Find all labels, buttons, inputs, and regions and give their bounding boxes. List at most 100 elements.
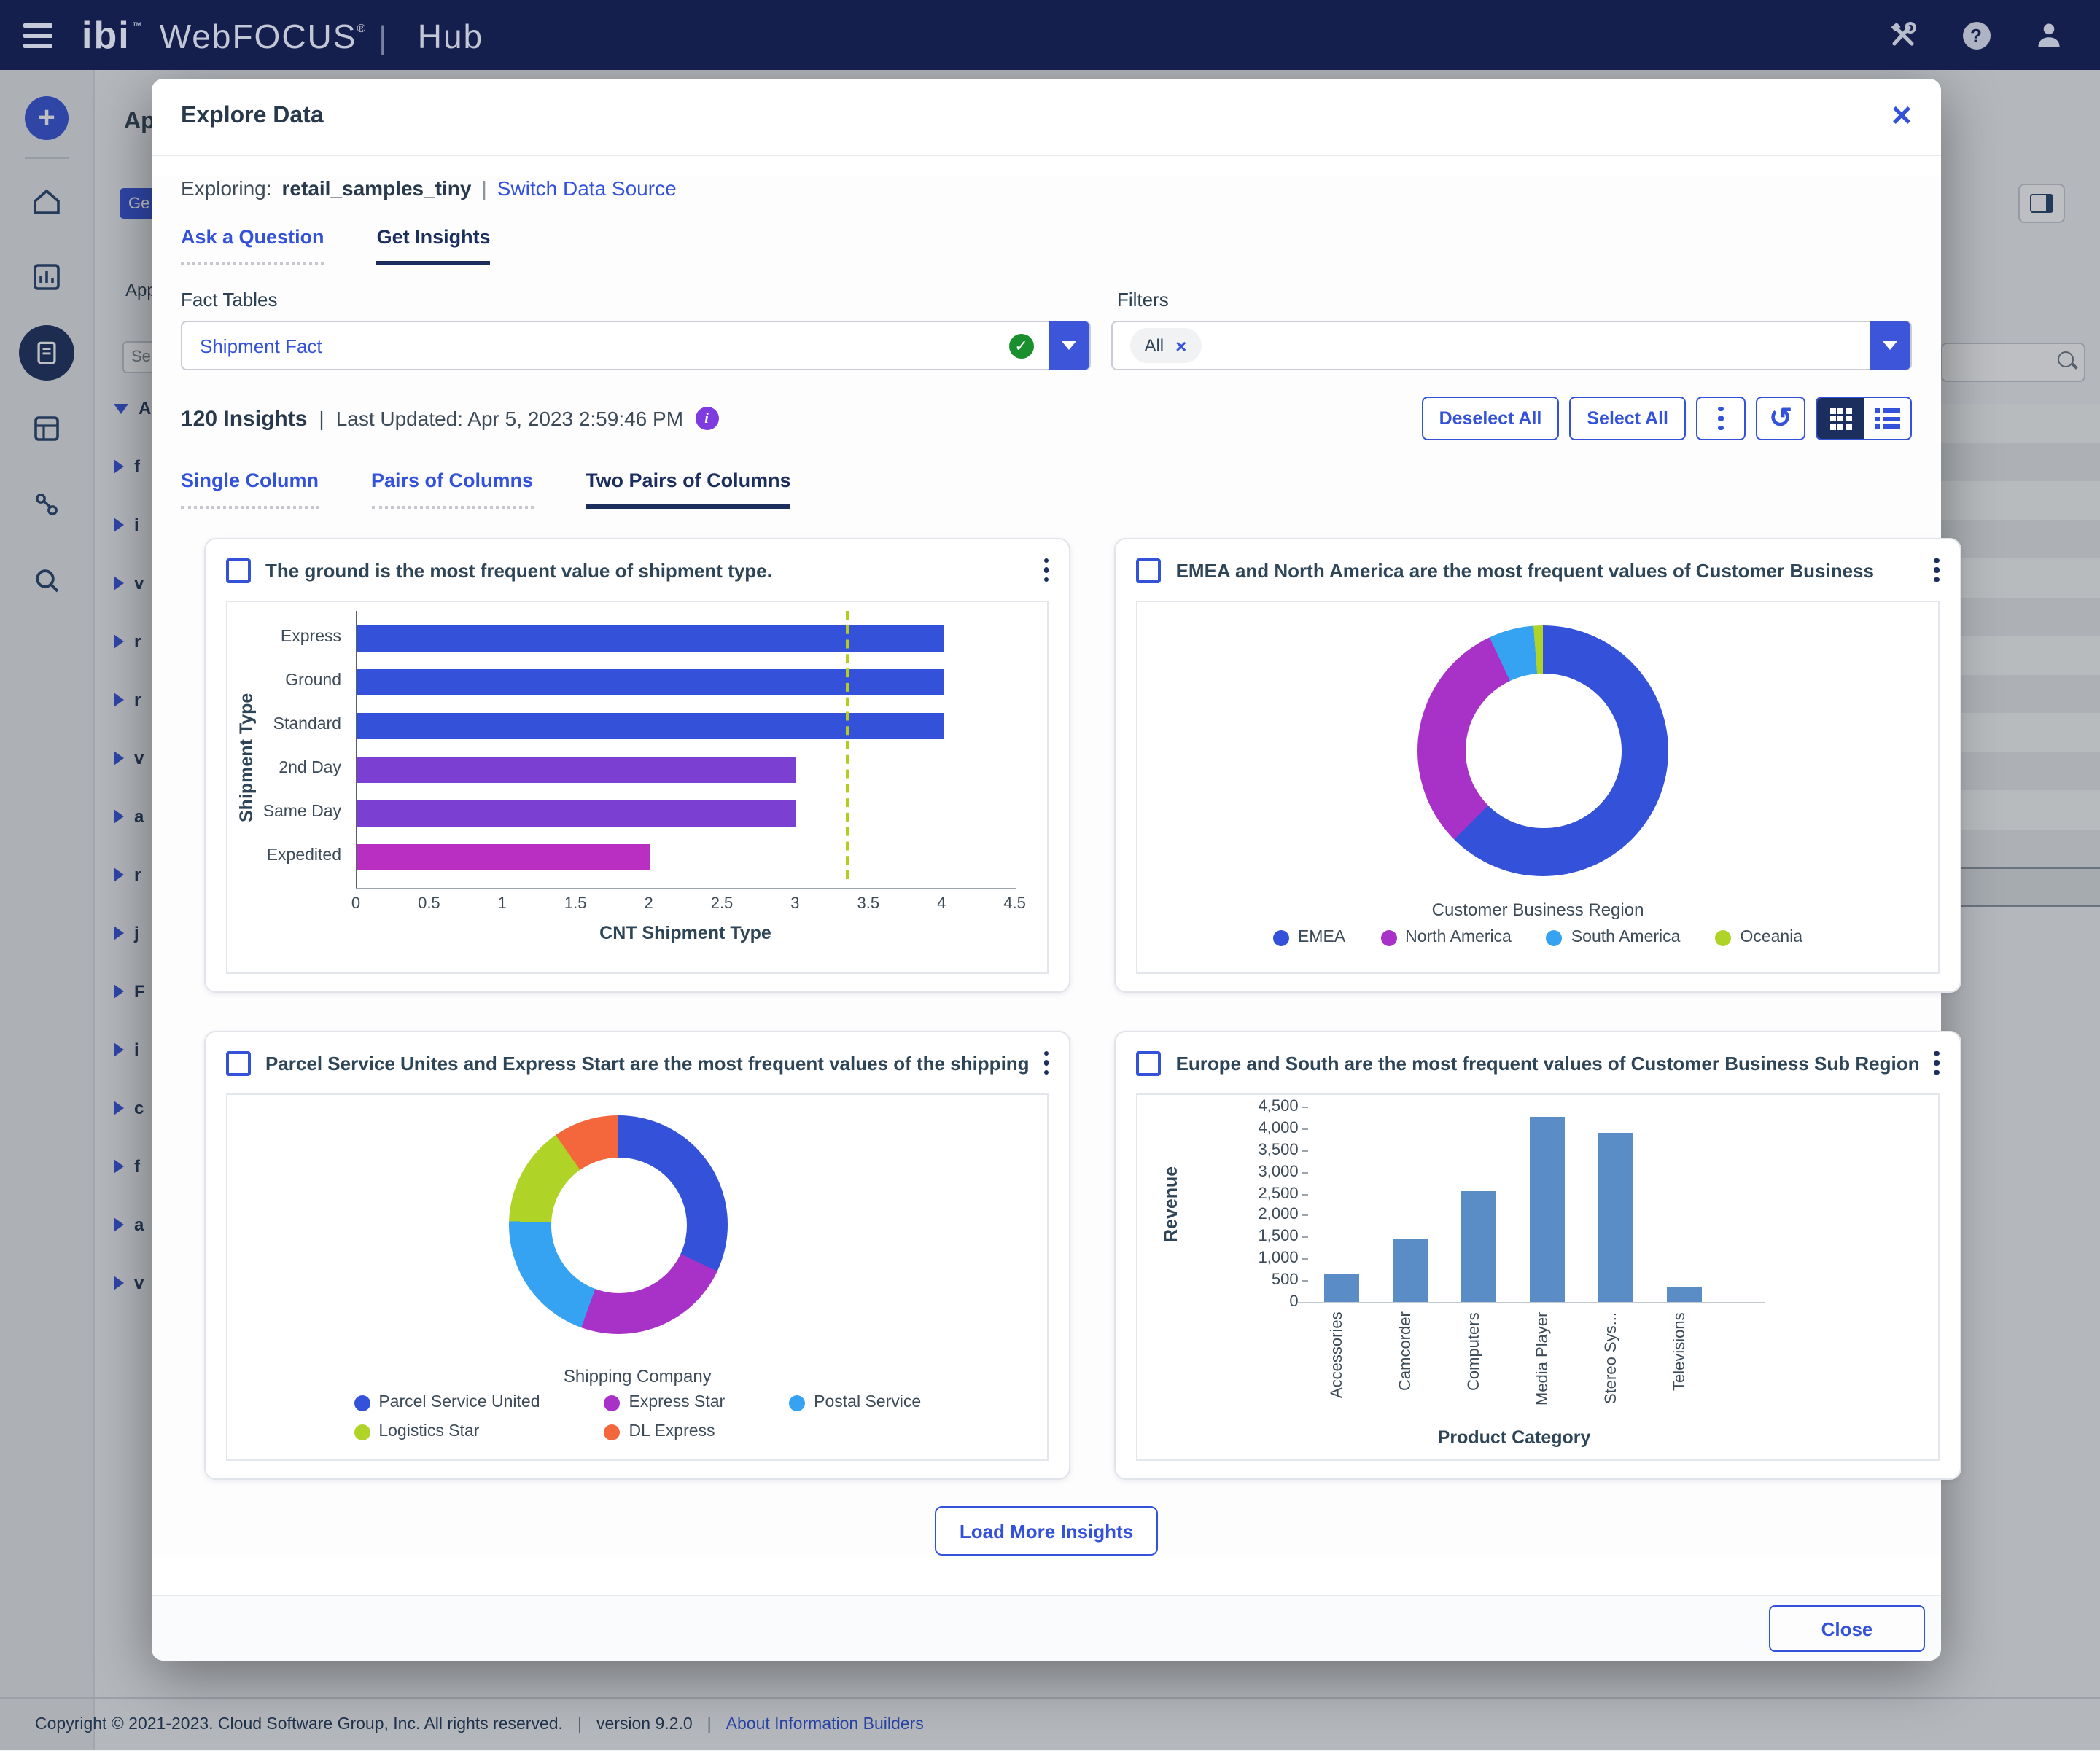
reference-line [847, 611, 849, 879]
legend-label: Parcel Service United [378, 1394, 540, 1411]
bar [1599, 1134, 1634, 1302]
fact-tables-select[interactable]: Shipment Fact ✓ [181, 321, 1090, 370]
modal-title: Explore Data [181, 104, 324, 130]
insight-title: Europe and South are the most frequent v… [1176, 1052, 1920, 1074]
tab-pairs-of-columns[interactable]: Pairs of Columns [371, 469, 533, 509]
dropdown-caret-button[interactable] [1048, 321, 1089, 370]
chevron-down-icon [1883, 341, 1897, 350]
legend-item: South America [1547, 929, 1681, 946]
exploring-label: Exploring: [181, 176, 272, 200]
exploring-row: Exploring: retail_samples_tiny | Switch … [181, 176, 1912, 200]
y-tick-mark [1303, 1107, 1309, 1108]
hamburger-menu-icon[interactable] [23, 23, 52, 47]
tab-single-column[interactable]: Single Column [181, 469, 319, 509]
legend-label: Logistics Star [378, 1423, 479, 1440]
dataset-name: retail_samples_tiny [282, 176, 472, 200]
y-tick-mark [1303, 1280, 1309, 1282]
y-tick-mark [1303, 1171, 1309, 1173]
app-logo: ibi ™ WebFOCUS ® | Hub [82, 12, 483, 58]
fact-tables-value: Shipment Fact [200, 335, 322, 356]
bar-category-label: Computers [1466, 1312, 1484, 1435]
legend-dot [354, 1395, 370, 1411]
legend-label: Express Star [629, 1394, 726, 1411]
tools-icon[interactable] [1887, 19, 1919, 51]
filter-remove-icon[interactable]: × [1175, 335, 1186, 356]
logo-divider: | [378, 18, 386, 56]
x-tick-label: 3 [790, 895, 799, 913]
grid-view-button[interactable] [1817, 398, 1864, 439]
chart-legend: Parcel Service UnitedExpress StarPostal … [228, 1394, 1048, 1440]
chevron-down-icon [1061, 341, 1076, 350]
dropdown-caret-button[interactable] [1870, 321, 1910, 370]
bar-category-label: Televisions [1672, 1312, 1689, 1435]
x-tick-label: 0 [351, 895, 360, 913]
bar-category-label: Accessories [1329, 1312, 1347, 1435]
x-tick-label: 2 [644, 895, 653, 913]
legend-dot [789, 1395, 805, 1411]
legend-item: Oceania [1715, 929, 1802, 946]
insight-type-tabs: Single Column Pairs of Columns Two Pairs… [181, 469, 1912, 509]
filters-label: Filters [1117, 289, 1169, 311]
select-all-button[interactable]: Select All [1569, 397, 1686, 440]
y-tick-mark [1303, 1258, 1309, 1260]
more-options-button[interactable] [1696, 397, 1746, 440]
bar-category-label: Camcorder [1398, 1312, 1415, 1435]
legend-dot [1715, 929, 1731, 945]
close-button[interactable]: Close [1769, 1605, 1925, 1652]
kebab-icon[interactable] [1934, 1051, 1940, 1075]
kebab-icon[interactable] [1044, 1051, 1049, 1075]
y-tick-mark [1303, 1128, 1309, 1130]
kebab-icon[interactable] [1934, 558, 1940, 582]
x-axis-line [1299, 1302, 1765, 1303]
insight-checkbox[interactable] [226, 558, 251, 582]
bar [357, 844, 650, 870]
switch-data-source-link[interactable]: Switch Data Source [497, 176, 677, 200]
insight-checkbox[interactable] [226, 1050, 251, 1075]
bar [1531, 1118, 1566, 1302]
insights-count: 120 Insights [181, 406, 307, 431]
y-tick-mark [1303, 1215, 1309, 1217]
close-icon[interactable]: × [1891, 102, 1912, 131]
insights-toolbar: Deselect All Select All ↺ [1422, 397, 1912, 440]
legend-item: Express Star [604, 1394, 726, 1411]
list-view-button[interactable] [1864, 398, 1910, 439]
legend-dot [1380, 929, 1396, 945]
user-icon[interactable] [2033, 19, 2065, 51]
history-button[interactable]: ↺ [1756, 397, 1805, 440]
donut-label: Customer Business Region [1138, 900, 1938, 920]
tab-ask-a-question[interactable]: Ask a Question [181, 226, 324, 265]
kebab-icon[interactable] [1044, 558, 1049, 582]
insights-summary: 120 Insights | Last Updated: Apr 5, 2023… [181, 406, 718, 431]
insight-title: The ground is the most frequent value of… [265, 559, 1030, 581]
fact-tables-label: Fact Tables [181, 289, 1117, 311]
top-navigation-bar: ibi ™ WebFOCUS ® | Hub ? [0, 0, 2100, 70]
legend-dot [354, 1424, 370, 1440]
legend-label: South America [1571, 929, 1681, 946]
x-tick-label: 3.5 [857, 895, 879, 913]
kebab-icon [1719, 407, 1724, 431]
list-icon [1875, 408, 1899, 429]
legend-dot [604, 1395, 621, 1411]
chart-legend: EMEANorth AmericaSouth AmericaOceania [1138, 929, 1938, 946]
x-tick-label: 1.5 [564, 895, 587, 913]
hub-label: Hub [418, 17, 483, 56]
info-icon[interactable]: i [695, 407, 718, 430]
insight-card-sub-region: Europe and South are the most frequent v… [1115, 1031, 1961, 1480]
bar [357, 625, 943, 652]
legend-item: North America [1380, 929, 1512, 946]
tab-two-pairs-of-columns[interactable]: Two Pairs of Columns [586, 469, 791, 509]
tab-get-insights[interactable]: Get Insights [377, 226, 491, 265]
load-more-insights-button[interactable]: Load More Insights [935, 1506, 1158, 1556]
help-icon[interactable]: ? [1960, 19, 1992, 51]
insight-checkbox[interactable] [1137, 558, 1162, 582]
filters-select[interactable]: All × [1111, 321, 1912, 370]
revenue-bar-chart: 4,5004,0003,5003,0002,5002,0001,5001,000… [1137, 1093, 1940, 1461]
insight-checkbox[interactable] [1137, 1050, 1162, 1075]
deselect-all-button[interactable]: Deselect All [1422, 397, 1560, 440]
screen: ibi ™ WebFOCUS ® | Hub ? + [0, 0, 2100, 1750]
main-tabs: Ask a Question Get Insights [181, 226, 1912, 265]
modal-header: Explore Data × [152, 79, 1941, 156]
ibi-logo: ibi [82, 12, 131, 58]
x-tick-label: 2.5 [711, 895, 734, 913]
modal-footer: Close [152, 1595, 1941, 1661]
